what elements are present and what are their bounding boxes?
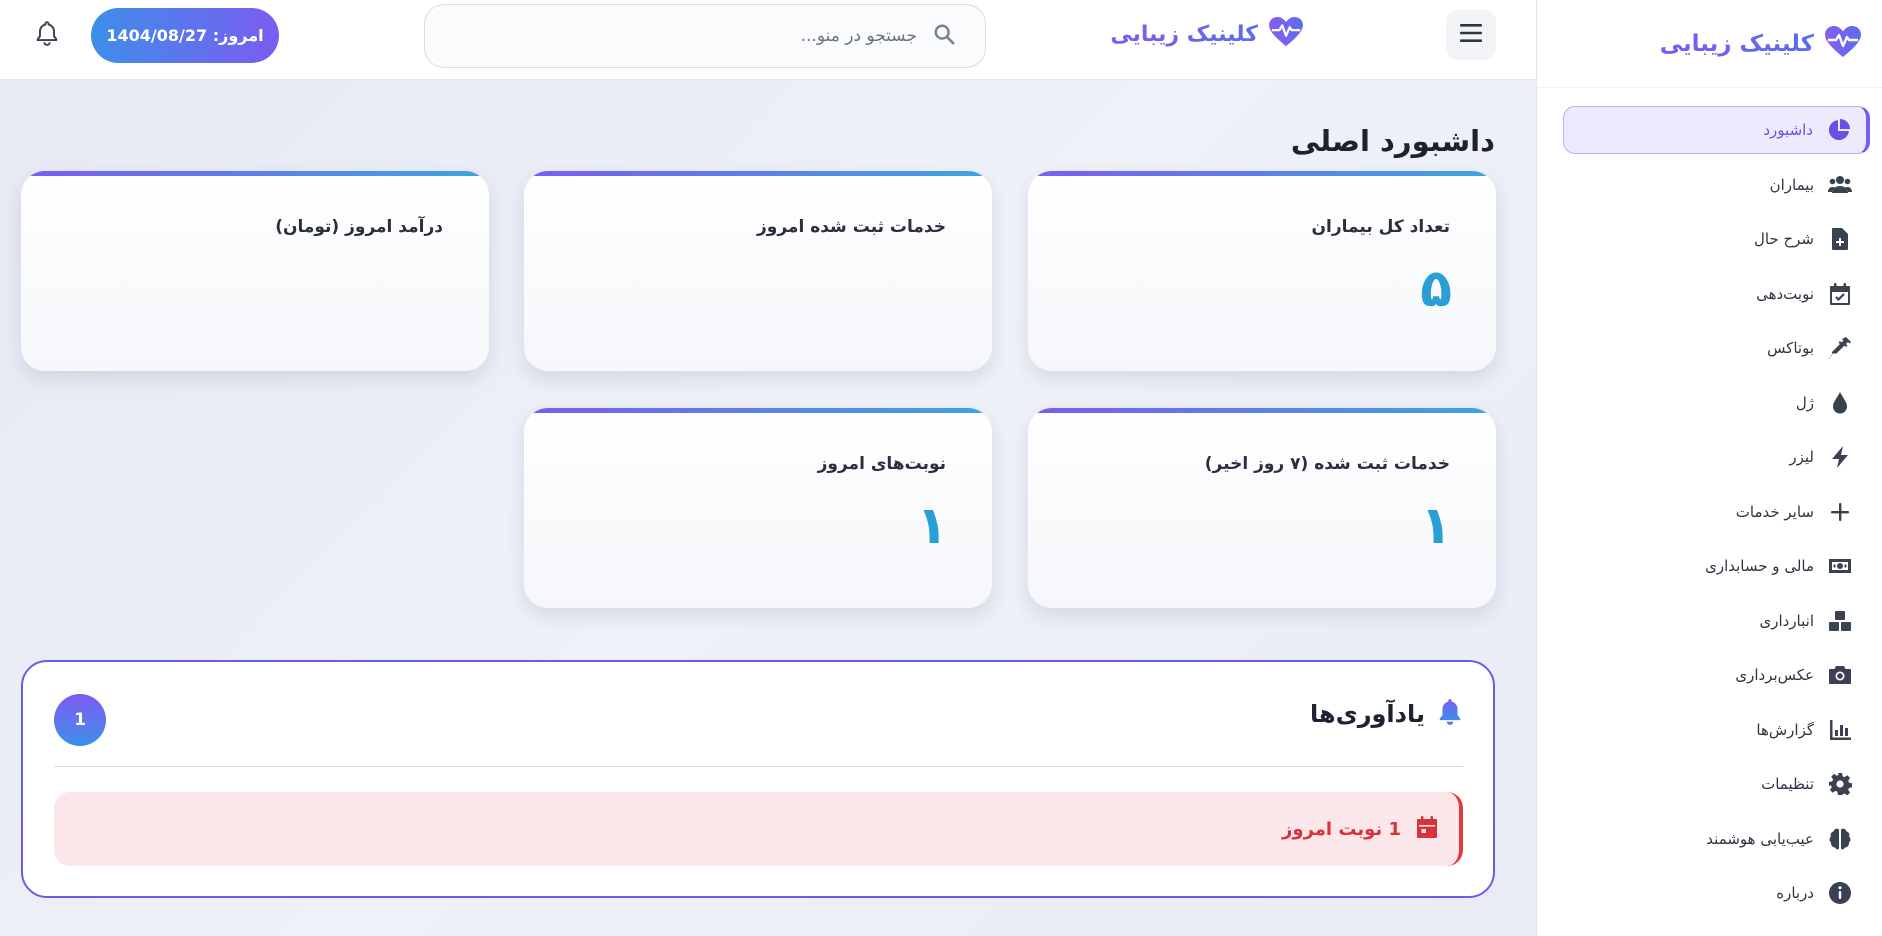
heartbeat-icon: [1268, 16, 1304, 52]
sidebar-item-other-services[interactable]: سایر خدمات: [1563, 488, 1870, 536]
search-icon: [933, 23, 955, 49]
sidebar-item-finance[interactable]: مالی و حسابداری: [1563, 542, 1870, 590]
sidebar-item-imaging[interactable]: عکس‌برداری: [1563, 651, 1870, 699]
sidebar-item-label: مالی و حسابداری: [1705, 557, 1814, 575]
stat-label: نوبت‌های امروز: [817, 454, 946, 474]
sidebar-item-label: لیزر: [1789, 448, 1814, 466]
users-icon: [1828, 173, 1852, 197]
calendar-icon: [1415, 815, 1439, 843]
stat-value: ۵: [1420, 259, 1452, 319]
sidebar-item-smart-diagnosis[interactable]: عیب‌یابی هوشمند: [1563, 815, 1870, 863]
sidebar-item-appointments[interactable]: نوبت‌دهی: [1563, 270, 1870, 318]
calendar-check-icon: [1828, 282, 1852, 306]
top-header: کلینیک زیبایی امروز: 1404/08/27: [0, 0, 1536, 80]
chart-bar-icon: [1828, 718, 1852, 742]
sidebar-item-history[interactable]: شرح حال: [1563, 215, 1870, 263]
gear-icon: [1828, 772, 1852, 796]
syringe-icon: [1828, 336, 1852, 360]
stat-card-total-patients: تعداد کل بیماران ۵: [1028, 171, 1496, 371]
stat-card-services-today: خدمات ثبت شده امروز: [524, 171, 992, 371]
sidebar-item-botox[interactable]: بوتاکس: [1563, 324, 1870, 372]
sidebar-item-label: بوتاکس: [1767, 339, 1814, 357]
sidebar-item-label: سایر خدمات: [1735, 502, 1814, 521]
sidebar-item-inventory[interactable]: انبارداری: [1563, 597, 1870, 645]
header-brand-title: کلینیک زیبایی: [1110, 21, 1258, 47]
sidebar-item-label: بیماران: [1769, 175, 1814, 194]
search-input[interactable]: [477, 26, 917, 46]
sidebar-item-label: عکس‌برداری: [1735, 666, 1814, 684]
reminders-header: یادآوری‌ها: [1310, 698, 1463, 730]
stat-card-revenue-today: درآمد امروز (تومان): [21, 171, 489, 371]
menu-toggle-button[interactable]: [1446, 10, 1496, 60]
stat-card-appointments-today: نوبت‌های امروز ۱: [524, 408, 992, 608]
file-medical-icon: [1828, 227, 1852, 251]
reminder-item[interactable]: 1 نوبت امروز: [54, 792, 1463, 866]
sidebar-item-patients[interactable]: بیماران: [1563, 161, 1870, 209]
stat-value: ۱: [1420, 496, 1452, 556]
reminders-count-badge: 1: [54, 694, 106, 746]
header-brand[interactable]: کلینیک زیبایی: [1110, 16, 1304, 52]
sidebar-brand[interactable]: کلینیک زیبایی: [1537, 0, 1882, 88]
sidebar-brand-title: کلینیک زیبایی: [1659, 30, 1814, 57]
droplet-icon: [1828, 391, 1852, 415]
sidebar-item-label: شرح حال: [1753, 230, 1814, 248]
sidebar-item-gel[interactable]: ژل: [1563, 379, 1870, 427]
sidebar-item-label: گزارش‌ها: [1756, 720, 1814, 739]
sidebar-item-settings[interactable]: تنظیمات: [1563, 760, 1870, 808]
sidebar-item-label: نوبت‌دهی: [1756, 284, 1814, 303]
stat-label: درآمد امروز (تومان): [275, 217, 443, 237]
sidebar-nav: داشبورد بیماران شرح حال نوبت‌دهی بوتاکس …: [1537, 88, 1882, 917]
brain-icon: [1828, 827, 1852, 851]
sidebar-item-label: عیب‌یابی هوشمند: [1706, 829, 1814, 848]
bell-icon: [1437, 698, 1463, 730]
sidebar-item-laser[interactable]: لیزر: [1563, 433, 1870, 481]
reminders-title: یادآوری‌ها: [1310, 700, 1425, 728]
boxes-icon: [1828, 609, 1852, 633]
sidebar-item-label: درباره: [1776, 884, 1814, 902]
stat-card-services-7days: خدمات ثبت شده (۷ روز اخیر) ۱: [1028, 408, 1496, 608]
sidebar-item-dashboard[interactable]: داشبورد: [1563, 106, 1870, 154]
money-icon: [1828, 554, 1852, 578]
stat-label: خدمات ثبت شده امروز: [757, 217, 946, 237]
chart-pie-icon: [1827, 118, 1851, 142]
bolt-icon: [1828, 445, 1852, 469]
info-icon: [1828, 881, 1852, 905]
stat-label: خدمات ثبت شده (۷ روز اخیر): [1204, 454, 1450, 474]
notifications-bell-icon[interactable]: [34, 20, 60, 46]
sidebar: کلینیک زیبایی داشبورد بیماران شرح حال نو…: [1536, 0, 1882, 936]
hamburger-icon: [1460, 23, 1482, 47]
reminders-panel: یادآوری‌ها 1 1 نوبت امروز: [21, 660, 1495, 898]
today-date-badge: امروز: 1404/08/27: [91, 8, 279, 63]
search-box[interactable]: [424, 4, 986, 68]
divider: [54, 766, 1463, 767]
sidebar-item-label: انبارداری: [1759, 611, 1814, 630]
page-title: داشبورد اصلی: [1290, 124, 1495, 158]
sidebar-item-reports[interactable]: گزارش‌ها: [1563, 706, 1870, 754]
heartbeat-icon: [1824, 25, 1862, 63]
stat-label: تعداد کل بیماران: [1311, 217, 1450, 237]
reminder-text: 1 نوبت امروز: [1282, 818, 1401, 840]
sidebar-item-label: ژل: [1795, 393, 1814, 412]
sidebar-item-label: داشبورد: [1763, 121, 1813, 139]
stat-value: ۱: [916, 496, 948, 556]
plus-icon: [1828, 500, 1852, 524]
sidebar-item-about[interactable]: درباره: [1563, 869, 1870, 917]
today-date-text: امروز: 1404/08/27: [106, 26, 264, 45]
camera-icon: [1828, 663, 1852, 687]
sidebar-item-label: تنظیمات: [1761, 775, 1814, 793]
